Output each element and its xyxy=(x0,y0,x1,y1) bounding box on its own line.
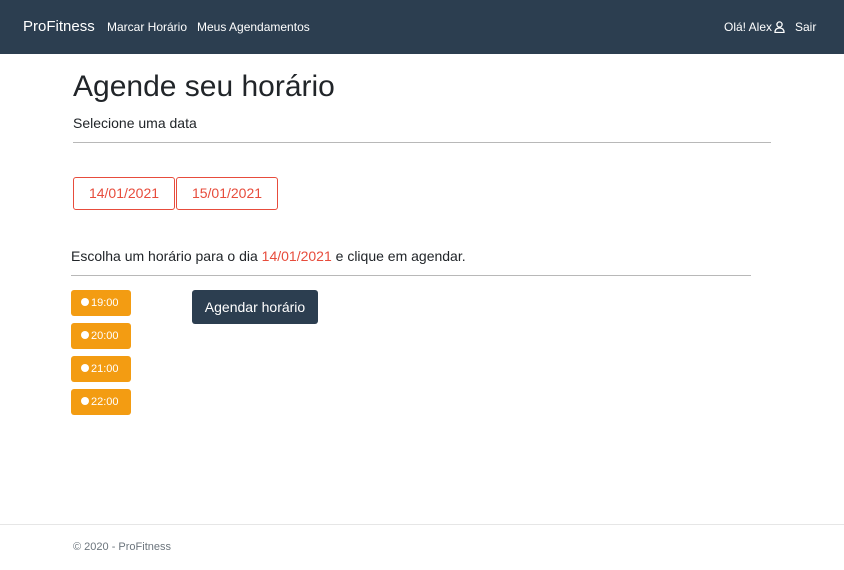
time-slot-2100[interactable]: 21:00 xyxy=(71,356,131,382)
page-subtitle: Selecione uma data xyxy=(73,115,197,131)
nav-meus-agendamentos[interactable]: Meus Agendamentos xyxy=(197,20,310,34)
date-button-1[interactable]: 14/01/2021 xyxy=(73,177,175,210)
divider xyxy=(71,275,751,276)
footer-copyright: © 2020 - ProFitness xyxy=(73,541,171,553)
instruction-prefix: Escolha um horário para o dia xyxy=(71,248,262,264)
schedule-button[interactable]: Agendar horário xyxy=(192,290,318,324)
time-slot-label: 22:00 xyxy=(91,396,119,408)
time-slot-label: 20:00 xyxy=(91,330,119,342)
footer-divider xyxy=(0,524,844,525)
page-title: Agende seu horário xyxy=(73,70,335,103)
instruction-text: Escolha um horário para o dia 14/01/2021… xyxy=(71,248,466,264)
radio-icon[interactable] xyxy=(81,298,89,306)
user-icon xyxy=(774,21,785,33)
logout-link[interactable]: Sair xyxy=(795,20,816,34)
user-greeting[interactable]: Olá! Alex xyxy=(724,20,785,34)
brand-logo[interactable]: ProFitness xyxy=(23,18,95,35)
time-slot-1900[interactable]: 19:00 xyxy=(71,290,131,316)
time-slot-2200[interactable]: 22:00 xyxy=(71,389,131,415)
time-slot-2000[interactable]: 20:00 xyxy=(71,323,131,349)
greeting-text: Olá! Alex xyxy=(724,20,773,34)
radio-icon[interactable] xyxy=(81,331,89,339)
radio-icon[interactable] xyxy=(81,397,89,405)
date-button-2[interactable]: 15/01/2021 xyxy=(176,177,278,210)
divider xyxy=(73,142,771,143)
nav-marcar-horario[interactable]: Marcar Horário xyxy=(107,20,187,34)
navbar: ProFitness Marcar Horário Meus Agendamen… xyxy=(0,0,844,54)
time-slot-label: 19:00 xyxy=(91,297,119,309)
time-slot-label: 21:00 xyxy=(91,363,119,375)
radio-icon[interactable] xyxy=(81,364,89,372)
selected-date: 14/01/2021 xyxy=(261,248,332,264)
instruction-suffix: e clique em agendar. xyxy=(331,248,466,264)
